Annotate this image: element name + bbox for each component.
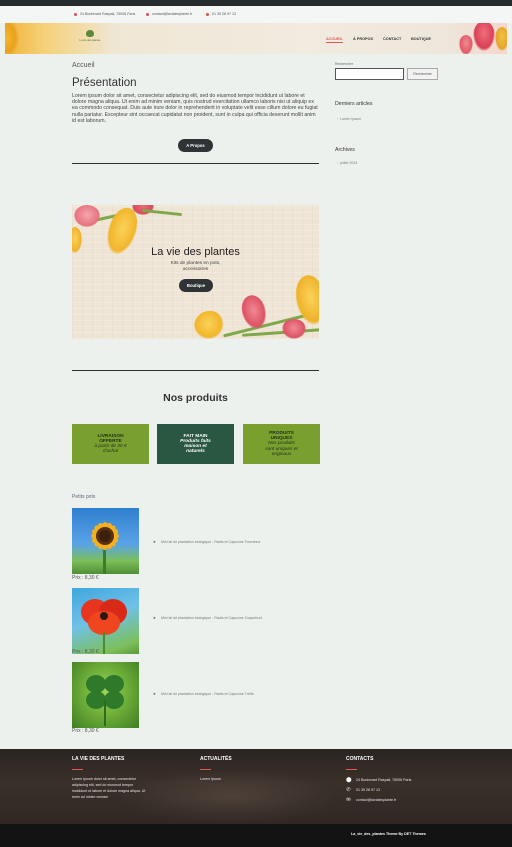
footer-news-link[interactable]: Lorem Ipsum [200,776,221,782]
feature-delivery: LIVRAISON OFFERTE à partir de 30 € d'ach… [72,424,149,464]
footer-email-text[interactable]: contact@lavialesplante.fr [356,798,396,802]
page-title: Présentation [72,77,137,89]
product-price: Prix : 8,30 € [72,575,99,581]
footer-accent-line [200,769,211,770]
products-heading: Nos produits [163,392,228,404]
phone-icon: ✆ [346,787,351,793]
mail-icon [146,12,149,16]
footer-phone-text[interactable]: 01 39 28 97 13 [356,788,380,792]
footer-contacts-title: CONTACTS [346,756,374,762]
theme-credit[interactable]: La_vie_des_plantes Theme By DET Themes [351,832,426,836]
about-button[interactable]: A Propos [178,139,213,152]
archive-label[interactable]: juillet 2024 [340,161,357,165]
hero-subtitle-line: accessoires [182,266,209,272]
product-image-sunflower[interactable] [72,508,139,574]
chevron-right-icon: › [337,117,339,121]
search-label: Rechercher [335,62,354,66]
hero-banner: La vie des plantes Kits de plantes en po… [72,205,319,339]
footer-email[interactable]: ✉ contact@lavialesplante.fr [346,797,396,803]
contact-phone[interactable]: 01 39 28 97 13 [206,12,236,16]
breadcrumb[interactable]: Accueil [72,62,95,69]
banner-tulip [473,23,495,51]
footer-about-title: LA VIE DES PLANTES [72,756,125,762]
nav-accueil[interactable]: ACCUEIL [326,37,343,43]
hero-tulip-pink [74,205,100,227]
hero-tulip-pink [282,319,306,339]
product-price: Prix : 8,30 € [72,728,99,734]
category-label: Petits pots [72,494,96,500]
footer-address: ⬤ 24 Boulevard Raspail, 75006 Paris [346,777,411,783]
arrow-right-icon: ➤ [153,540,157,544]
recent-post-label[interactable]: Lorem Ipsum [340,117,361,121]
chevron-right-icon: › [337,161,339,165]
logo-text: La vie des plantes [79,39,101,42]
nav-boutique[interactable]: BOUTIQUE [411,37,431,41]
search-button[interactable]: Rechercher [407,68,438,80]
site-footer: LA VIE DES PLANTES Lorem Ipsum dolor sit… [0,749,512,824]
shop-button[interactable]: Boutique [179,279,213,292]
feature-desc: originaux [271,451,292,457]
footer-about-text: Lorem Ipsum dolor sit amet, consectetur … [72,776,172,800]
divider [72,370,319,371]
hero-subtitle: Kits de plantes en pots, accessoires [72,261,319,272]
feature-handmade: FAIT MAIN Produits faits maison et natur… [157,424,234,464]
banner-tulip [495,27,507,51]
archives-title: Archives [335,147,355,153]
footer-accent-line [72,769,83,770]
product-link[interactable]: ➤ Mini kit de plantation biologique - Ra… [153,616,262,620]
contact-email-text[interactable]: contact@lavialesplante.fr [152,12,192,16]
product-description[interactable]: Mini kit de plantation biologique - Radi… [161,616,262,620]
map-pin-icon: ⬤ [346,777,352,783]
nav-contact[interactable]: CONTACT [383,37,401,41]
contact-email[interactable]: contact@lavialesplante.fr [146,12,192,16]
phone-icon [206,12,209,16]
nav-a-propos[interactable]: À PROPOS [353,37,373,41]
footer-accent-line [346,769,357,770]
logo-leaf-icon [86,30,94,37]
product-description[interactable]: Mini kit de plantation biologique - Radi… [161,692,254,696]
footer-phone[interactable]: ✆ 01 39 28 97 13 [346,787,380,793]
intro-text: Lorem ipsum dolor sit amet, consectetur … [72,93,318,124]
feature-unique: PRODUITS UNIQUES Nos produits sont uniqu… [243,424,320,464]
footer-address-text: 24 Boulevard Raspail, 75006 Paris [356,778,412,782]
location-icon [74,12,77,16]
recent-post-item[interactable]: › Lorem Ipsum [337,117,361,121]
contact-phone-text[interactable]: 01 39 28 97 13 [212,12,236,16]
poppy-illustration [81,599,127,654]
footer-news-title: ACTUALITÉS [200,756,232,762]
contact-address: 24 Boulevard Raspail, 75006 Paris [74,12,135,16]
contact-bar: 24 Boulevard Raspail, 75006 Paris contac… [0,6,512,23]
product-link[interactable]: ➤ Mini kit de plantation biologique - Ra… [153,692,254,696]
hero-title: La vie des plantes [151,246,240,258]
feature-desc: naturels [186,449,205,455]
footer-about-line: enim ad minim veniam [72,795,108,799]
product-price: Prix : 8,30 € [72,649,99,655]
banner-flower-left [5,23,19,54]
header-banner: La vie des plantes ACCUEIL À PROPOS CONT… [5,23,507,54]
product-link[interactable]: ➤ Mini kit de plantation biologique - Ra… [153,540,260,544]
product-description[interactable]: Mini kit de plantation biologique - Radi… [161,540,260,544]
bottom-bar: La_vie_des_plantes Theme By DET Themes [0,824,512,847]
arrow-right-icon: ➤ [153,616,157,620]
site-logo[interactable]: La vie des plantes [79,30,101,48]
feature-desc: d'achat [102,449,119,455]
sunflower-illustration [91,522,119,574]
contact-address-text: 24 Boulevard Raspail, 75006 Paris [80,12,136,16]
archive-item[interactable]: › juillet 2024 [337,161,357,165]
arrow-right-icon: ➤ [153,692,157,696]
banner-tulip [459,35,473,54]
recent-posts-title: Derniers articles [335,101,373,107]
mail-icon: ✉ [346,797,351,803]
clover-illustration [86,675,124,726]
product-image-poppy[interactable] [72,588,139,654]
product-image-clover[interactable] [72,662,139,728]
search-input[interactable] [335,68,404,80]
divider [72,163,319,164]
